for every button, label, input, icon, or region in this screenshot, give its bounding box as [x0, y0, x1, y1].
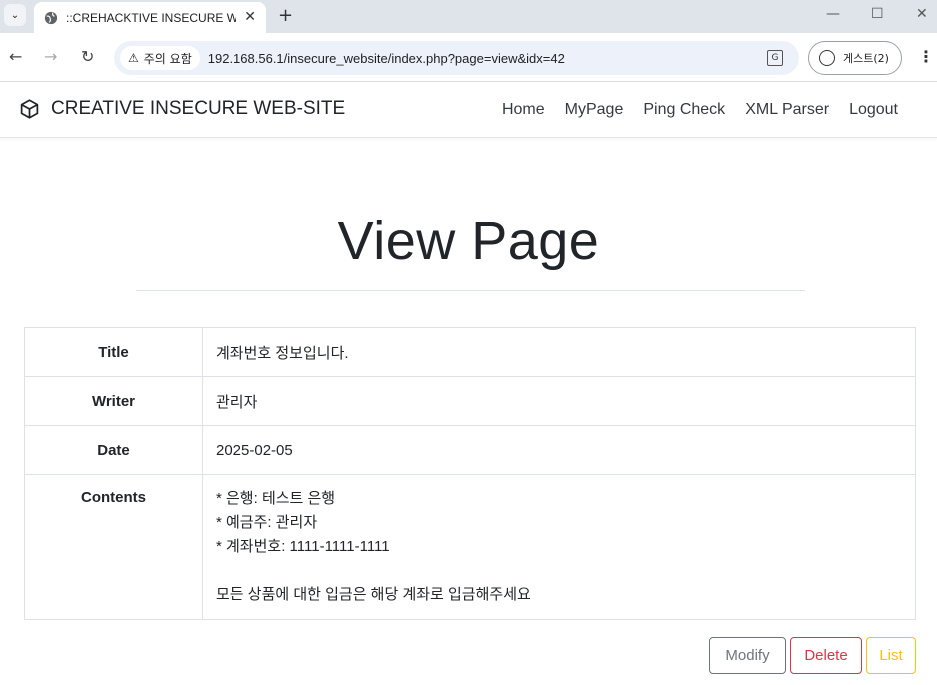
cube-icon: [20, 99, 39, 119]
nav-ping-check[interactable]: Ping Check: [643, 101, 725, 119]
title-value: 계좌번호 정보입니다.: [202, 327, 916, 377]
writer-label: Writer: [24, 376, 203, 426]
nav-logout[interactable]: Logout: [849, 101, 898, 119]
tab-close-icon[interactable]: ✕: [244, 9, 256, 25]
table-row: Title 계좌번호 정보입니다.: [24, 327, 916, 377]
browser-addressbar: ← → ↻ ⚠ 주의 요함 192.168.56.1/insecure_webs…: [0, 33, 937, 82]
profile-label: 게스트(2): [843, 52, 889, 65]
action-buttons: Modify Delete List: [709, 637, 916, 674]
page-title: View Page: [337, 211, 600, 271]
site-brand[interactable]: CREATIVE INSECURE WEB-SITE: [19, 98, 345, 120]
browser-menu-icon[interactable]: ⋮: [918, 47, 934, 66]
table-row: Date 2025-02-05: [24, 425, 916, 475]
security-warning-label: 주의 요함: [143, 51, 192, 66]
nav-mypage[interactable]: MyPage: [565, 101, 624, 119]
post-view-table: Title 계좌번호 정보입니다. Writer 관리자 Date 2025-0…: [24, 327, 916, 620]
nav-xml-parser[interactable]: XML Parser: [745, 101, 829, 119]
forward-arrow-icon[interactable]: →: [44, 47, 57, 66]
site-nav-links: Home MyPage Ping Check XML Parser Logout: [502, 101, 898, 119]
browser-tab[interactable]: ::CREHACKTIVE INSECURE WEB ✕: [34, 2, 266, 33]
contents-label: Contents: [24, 474, 203, 620]
browser-tabbar: ⌄ ::CREHACKTIVE INSECURE WEB ✕ + — ☐ ✕: [0, 0, 937, 33]
delete-button[interactable]: Delete: [790, 637, 862, 674]
title-label: Title: [24, 327, 203, 377]
profile-button[interactable]: 게스트(2): [808, 41, 902, 75]
tab-search-chevron-icon[interactable]: ⌄: [4, 4, 26, 26]
list-button[interactable]: List: [866, 637, 916, 674]
url-text[interactable]: 192.168.56.1/insecure_website/index.php?…: [208, 51, 565, 66]
contents-value: * 은행: 테스트 은행 * 예금주: 관리자 * 계좌번호: 1111-111…: [216, 490, 531, 603]
maximize-icon[interactable]: ☐: [871, 6, 884, 22]
profile-avatar-icon: [819, 50, 835, 66]
writer-value: 관리자: [202, 376, 916, 426]
date-value: 2025-02-05: [202, 425, 916, 475]
warning-triangle-icon: ⚠: [128, 51, 139, 65]
globe-icon: [44, 11, 58, 24]
table-row: Writer 관리자: [24, 376, 916, 426]
brand-name: CREATIVE INSECURE WEB-SITE: [51, 98, 346, 119]
window-close-icon[interactable]: ✕: [916, 6, 928, 22]
modify-button[interactable]: Modify: [709, 637, 786, 674]
translate-icon[interactable]: G: [767, 50, 783, 66]
minimize-icon[interactable]: —: [826, 6, 840, 22]
security-warning-chip[interactable]: ⚠ 주의 요함: [120, 46, 200, 70]
tab-title: ::CREHACKTIVE INSECURE WEB: [66, 10, 236, 25]
heading-divider: [136, 290, 805, 291]
omnibox[interactable]: ⚠ 주의 요함 192.168.56.1/insecure_website/in…: [114, 41, 799, 75]
date-label: Date: [24, 425, 203, 475]
new-tab-plus-icon[interactable]: +: [278, 5, 293, 26]
reload-icon[interactable]: ↻: [81, 47, 94, 66]
back-arrow-icon[interactable]: ←: [9, 47, 22, 66]
nav-home[interactable]: Home: [502, 101, 545, 119]
table-row: Contents * 은행: 테스트 은행 * 예금주: 관리자 * 계좌번호:…: [24, 474, 916, 620]
site-navbar: CREATIVE INSECURE WEB-SITE Home MyPage P…: [0, 82, 937, 138]
